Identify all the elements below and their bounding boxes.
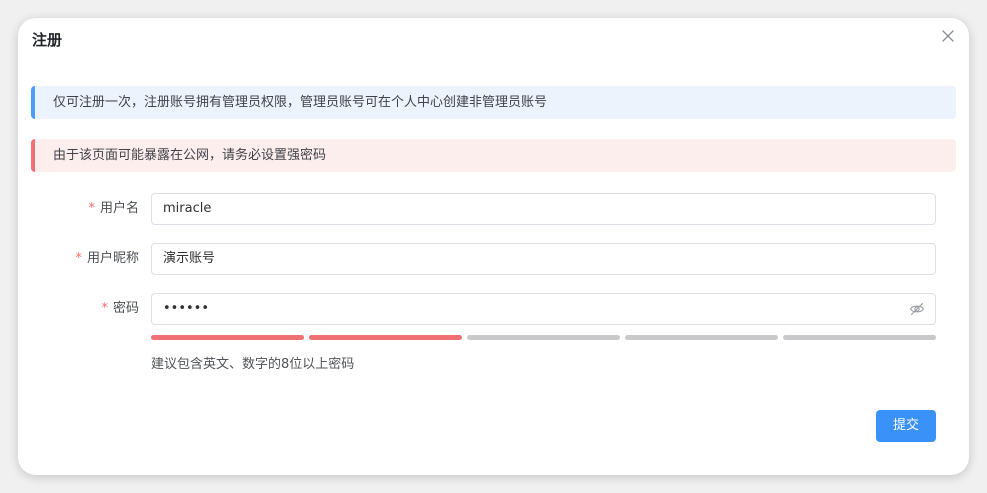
dialog-header: 注册 <box>18 18 969 62</box>
required-mark: * <box>101 301 108 316</box>
strength-segment <box>783 335 936 340</box>
password-value: •••••• <box>163 301 210 316</box>
close-icon[interactable] <box>940 28 956 44</box>
nickname-label: * 用户昵称 <box>75 243 139 275</box>
username-value: miracle <box>163 201 212 216</box>
register-dialog: 注册 仅可注册一次，注册账号拥有管理员权限，管理员账号可在个人中心创建非管理员账… <box>18 18 969 475</box>
nickname-input[interactable]: 演示账号 <box>151 243 936 275</box>
required-mark: * <box>88 201 95 216</box>
password-label-text: 密码 <box>112 301 139 316</box>
strength-segment <box>151 335 304 340</box>
password-input[interactable]: •••••• <box>151 293 936 325</box>
nickname-value: 演示账号 <box>163 251 216 266</box>
password-row: * 密码 •••••• <box>18 293 969 325</box>
password-hint: 建议包含英文、数字的8位以上密码 <box>151 357 355 372</box>
strength-segment <box>309 335 462 340</box>
nickname-label-text: 用户昵称 <box>86 251 139 266</box>
password-strength-meter <box>151 335 936 340</box>
warning-alert: 由于该页面可能暴露在公网，请务必设置强密码 <box>31 139 956 172</box>
submit-button[interactable]: 提交 <box>876 410 936 442</box>
username-input[interactable]: miracle <box>151 193 936 225</box>
required-mark: * <box>75 251 82 266</box>
info-alert-text: 仅可注册一次，注册账号拥有管理员权限，管理员账号可在个人中心创建非管理员账号 <box>53 95 548 110</box>
strength-segment <box>625 335 778 340</box>
username-label-text: 用户名 <box>99 201 139 216</box>
info-alert: 仅可注册一次，注册账号拥有管理员权限，管理员账号可在个人中心创建非管理员账号 <box>31 86 956 119</box>
eye-hidden-icon[interactable] <box>909 302 925 316</box>
warning-alert-text: 由于该页面可能暴露在公网，请务必设置强密码 <box>53 148 327 163</box>
nickname-row: * 用户昵称 演示账号 <box>18 243 969 275</box>
username-row: * 用户名 miracle <box>18 193 969 225</box>
dialog-title: 注册 <box>32 31 63 49</box>
password-label: * 密码 <box>101 293 139 325</box>
strength-segment <box>467 335 620 340</box>
username-label: * 用户名 <box>88 193 139 225</box>
